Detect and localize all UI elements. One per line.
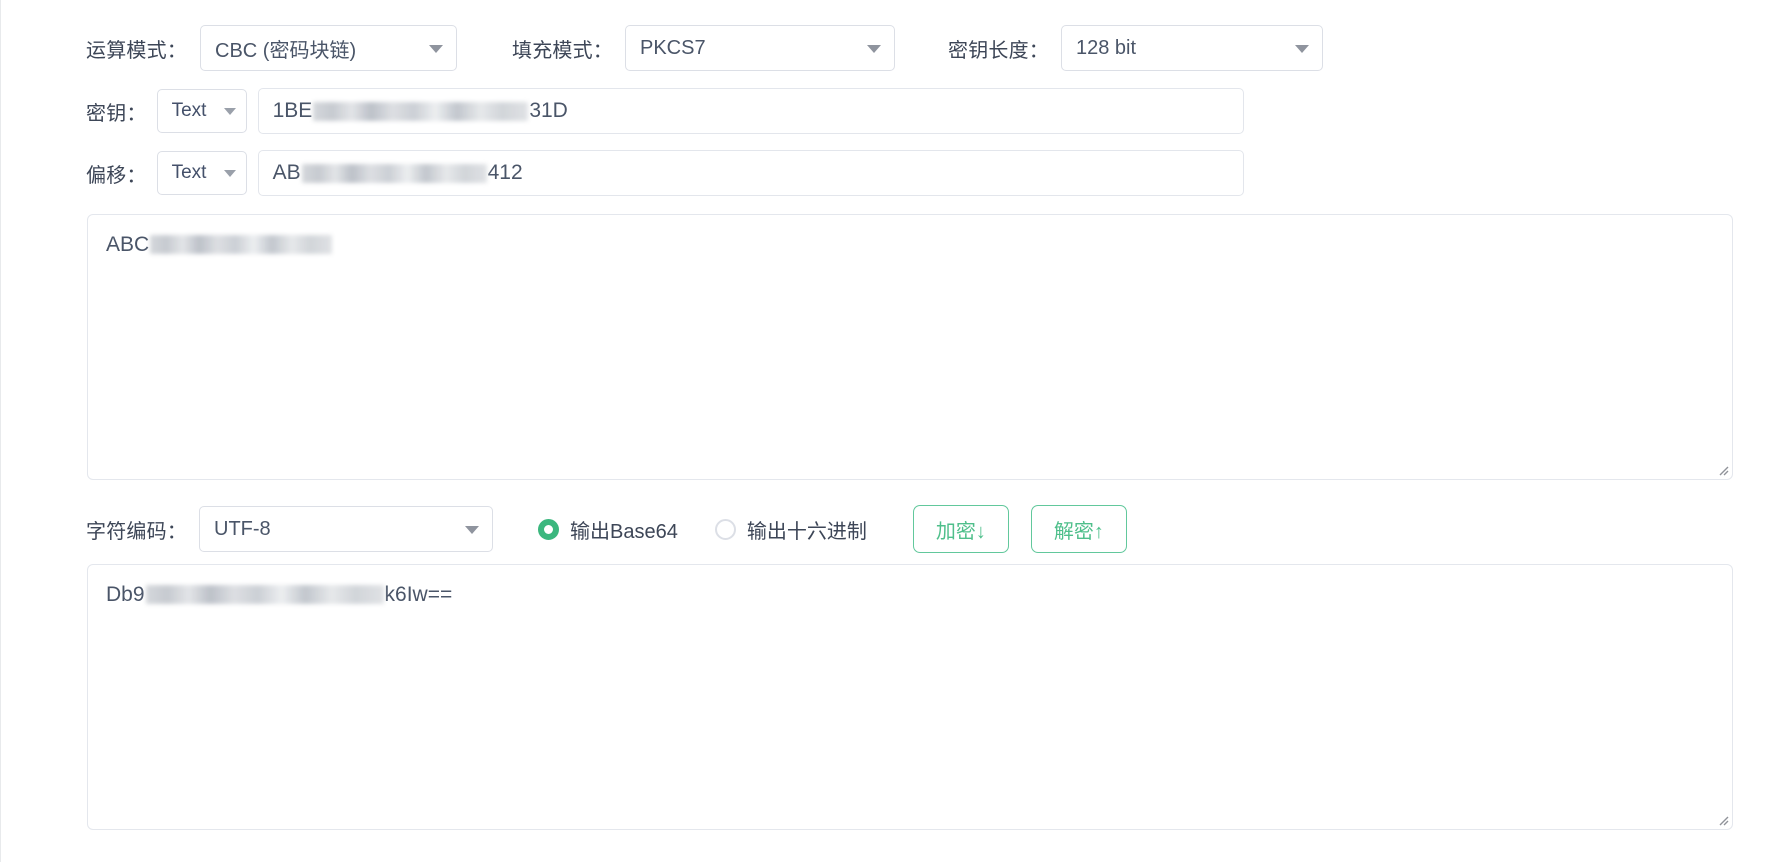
- iv-input-prefix: AB: [272, 161, 301, 184]
- charset-label: 字符编码：: [86, 520, 187, 543]
- ciphertext-prefix: Db9: [106, 583, 145, 606]
- key-input-value: 1BE 31D: [273, 99, 568, 123]
- plaintext-textarea-value: ABC: [106, 229, 1714, 261]
- chevron-down-icon: [867, 45, 881, 53]
- key-length-label: 密钥长度：: [948, 39, 1049, 62]
- aes-tool-page: 运算模式： CBC (密码块链) 填充模式： PKCS7 密钥长度： 128 b…: [0, 0, 1789, 862]
- ciphertext-redaction: [145, 585, 384, 605]
- options-row: 运算模式： CBC (密码块链) 填充模式： PKCS7 密钥长度： 128 b…: [86, 25, 1323, 71]
- key-type-select[interactable]: Text: [156, 89, 247, 133]
- chevron-down-icon: [223, 108, 236, 115]
- output-options-row: 字符编码： UTF-8 输出Base64 输出十六进制 加密↓ 解密↑: [86, 505, 1127, 553]
- ciphertext-suffix: k6Iw==: [384, 583, 453, 606]
- iv-input-value: AB 412: [273, 161, 523, 185]
- resize-grip-icon[interactable]: [1713, 460, 1729, 476]
- ciphertext-textarea-value: Db9 k6Iw==: [106, 579, 1714, 611]
- plaintext-redaction: [150, 235, 333, 255]
- key-length-select[interactable]: 128 bit: [1061, 25, 1323, 71]
- mode-select-value: CBC (密码块链): [215, 39, 357, 62]
- chevron-down-icon: [1295, 45, 1309, 53]
- radio-selected-icon: [538, 518, 559, 540]
- key-input-redaction: [313, 101, 529, 121]
- iv-input[interactable]: AB 412: [257, 150, 1244, 196]
- key-length-select-value: 128 bit: [1076, 36, 1137, 59]
- radio-output-base64[interactable]: 输出Base64: [538, 515, 678, 544]
- radio-unselected-icon: [714, 518, 736, 540]
- padding-label: 填充模式：: [512, 39, 613, 62]
- iv-type-select[interactable]: Text: [156, 151, 247, 195]
- key-input-prefix: 1BE: [272, 99, 313, 122]
- chevron-down-icon: [429, 45, 443, 53]
- iv-label: 偏移：: [86, 164, 147, 187]
- ciphertext-textarea[interactable]: Db9 k6Iw==: [87, 564, 1733, 830]
- charset-select-value: UTF-8: [214, 517, 271, 540]
- iv-input-redaction: [301, 163, 487, 183]
- mode-label: 运算模式：: [86, 39, 187, 62]
- plaintext-prefix: ABC: [106, 233, 150, 256]
- radio-output-base64-label: 输出Base64: [570, 520, 678, 543]
- mode-select[interactable]: CBC (密码块链): [200, 25, 457, 71]
- resize-grip-icon[interactable]: [1713, 810, 1729, 826]
- decrypt-button[interactable]: 解密↑: [1030, 505, 1127, 553]
- iv-input-suffix: 412: [487, 161, 523, 184]
- key-row: 密钥： Text 1BE 31D: [86, 88, 1244, 134]
- iv-row: 偏移： Text AB 412: [86, 150, 1244, 196]
- plaintext-textarea[interactable]: ABC: [87, 214, 1733, 480]
- charset-select[interactable]: UTF-8: [199, 506, 493, 552]
- chevron-down-icon: [223, 170, 236, 177]
- key-input-suffix: 31D: [529, 99, 568, 122]
- key-input[interactable]: 1BE 31D: [257, 88, 1244, 134]
- key-label: 密钥：: [86, 102, 147, 125]
- key-type-select-value: Text: [171, 100, 207, 121]
- encrypt-button[interactable]: 加密↓: [912, 505, 1009, 553]
- radio-output-hex-label: 输出十六进制: [746, 520, 867, 543]
- padding-select[interactable]: PKCS7: [625, 25, 895, 71]
- iv-type-select-value: Text: [171, 162, 207, 183]
- padding-select-value: PKCS7: [640, 36, 706, 59]
- chevron-down-icon: [465, 526, 479, 534]
- radio-output-hex[interactable]: 输出十六进制: [714, 515, 867, 544]
